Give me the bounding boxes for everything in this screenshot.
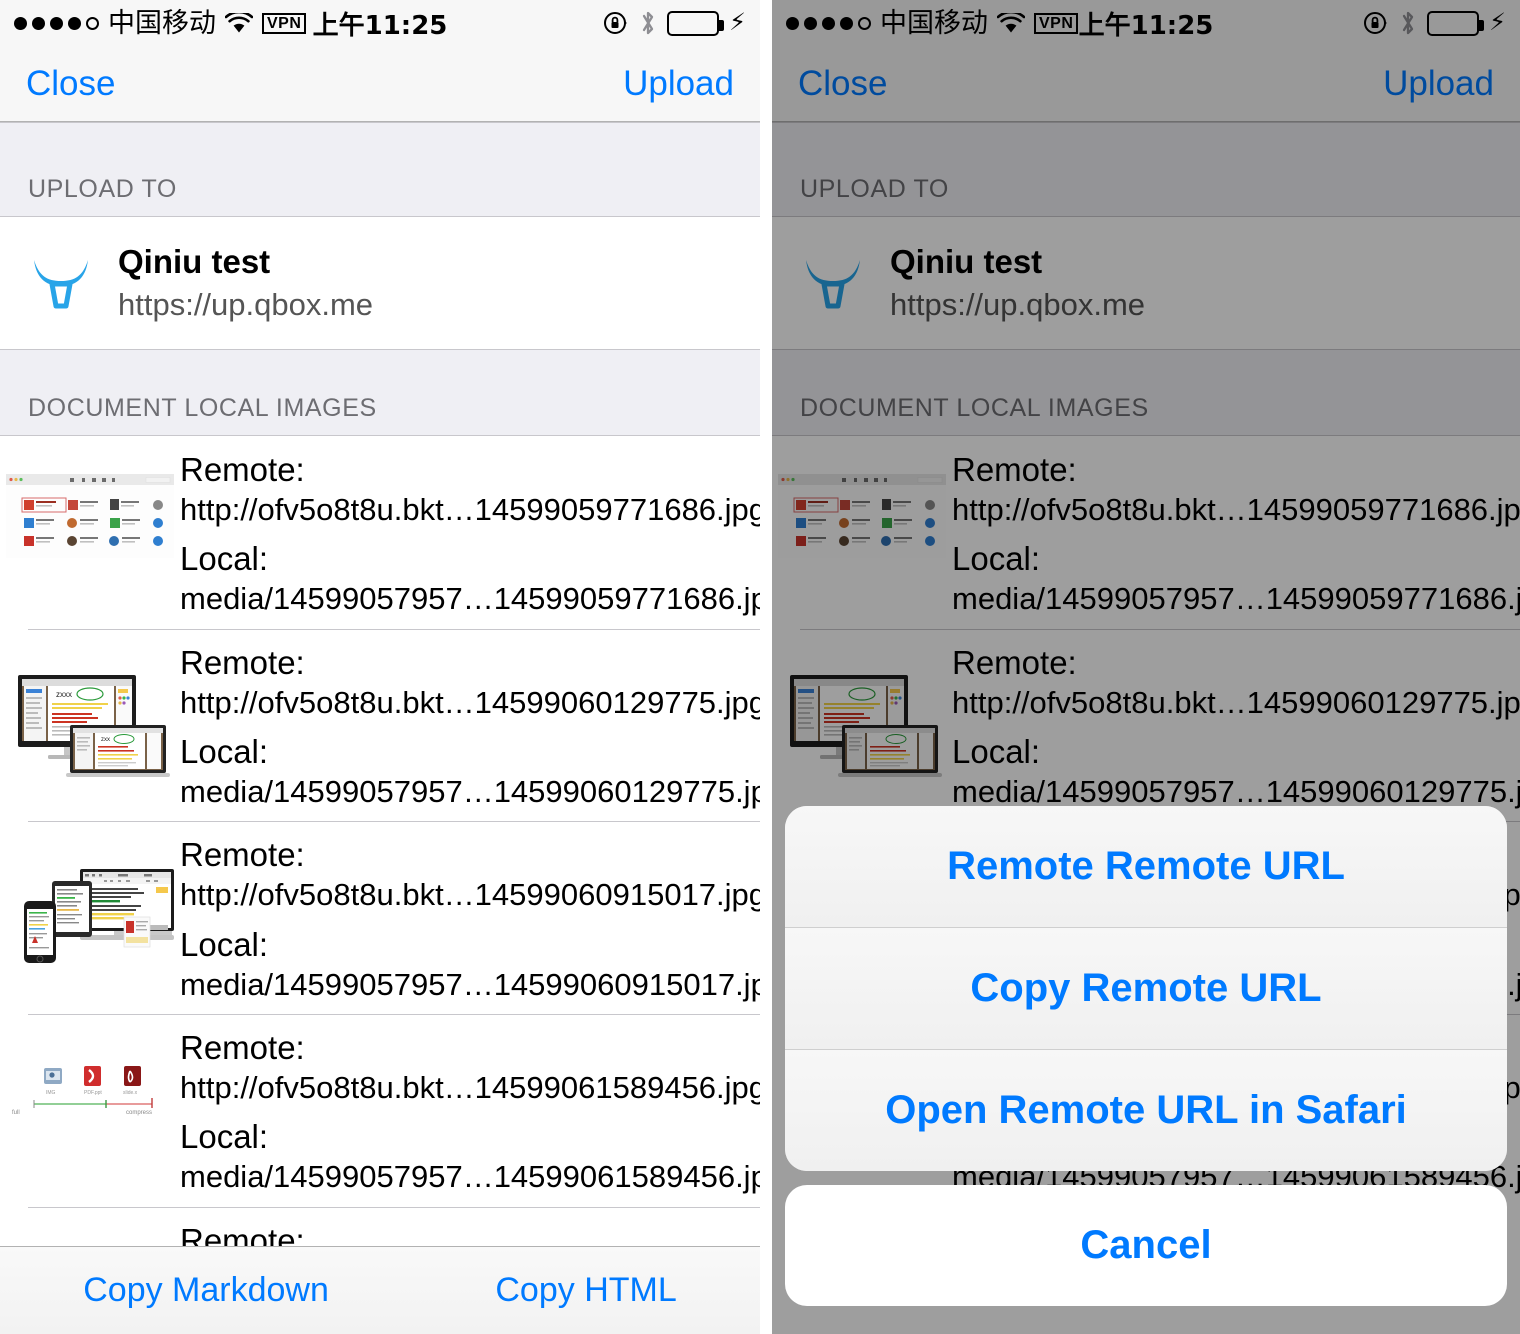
svg-text:zxx: zxx [101,737,110,743]
svg-text:zxxx: zxxx [56,690,72,699]
svg-text:PDF.ppt: PDF.ppt [84,1090,102,1096]
action-sheet-cancel-button[interactable]: Cancel [785,1185,1507,1306]
local-label: Local: [180,732,742,773]
local-path: media/14599057957…14599060129775.jpg [180,773,742,811]
right-phone-screen: 中国移动 VPN 上午11:25 ⚡ Close Upload [772,0,1520,1334]
image-list-item[interactable]: zxxx z [0,629,760,822]
action-sheet-options-group: Remote Remote URL Copy Remote URL Open R… [785,806,1507,1171]
remote-label: Remote: [180,450,742,491]
bottom-toolbar: Copy Markdown Copy HTML [0,1246,760,1334]
qiniu-bull-logo-icon [28,254,94,312]
local-path: media/14599057957…14599061589456.jpg [180,1158,742,1196]
destination-text: Qiniu test https://up.qbox.me [118,243,373,323]
lightning-bolt-icon: ⚡ [729,11,746,35]
battery-icon [667,11,719,36]
status-bar: 中国移动 VPN 上午11:25 ⚡ [0,0,760,46]
destination-row[interactable]: Qiniu test https://up.qbox.me [0,217,760,350]
left-phone-screen: 中国移动 VPN 上午11:25 ⚡ Close Upload [0,0,760,1334]
local-path: media/14599057957…14599060915017.jpg [180,966,742,1004]
image-list-item[interactable]: Remote: http://ofv5o8t8u.bkt…14599059771… [0,436,760,629]
signal-strength-dots-icon [14,17,99,30]
local-label: Local: [180,925,742,966]
rotation-lock-icon [603,10,629,36]
action-sheet: Remote Remote URL Copy Remote URL Open R… [772,806,1520,1334]
remote-url: http://ofv5o8t8u.bkt…14599059771686.jpg [180,491,742,529]
remote-url: http://ofv5o8t8u.bkt…14599061589456.jpg [180,1069,742,1107]
status-bar-right: ⚡ [603,9,746,37]
image-item-text: Remote: http://ofv5o8t8u.bkt…14599059771… [180,450,760,619]
nav-bar: Close Upload [0,46,760,122]
local-label: Local: [180,1117,742,1158]
copy-markdown-button[interactable]: Copy Markdown [83,1271,329,1310]
dual-screenshot-stage: 中国移动 VPN 上午11:25 ⚡ Close Upload [0,0,1520,1334]
action-remote-remote-url-button[interactable]: Remote Remote URL [785,806,1507,927]
action-open-remote-url-in-safari-button[interactable]: Open Remote URL in Safari [785,1049,1507,1171]
section-header-upload-to: UPLOAD TO [0,122,760,217]
wifi-icon [225,13,253,33]
image-list-item[interactable]: Remote: http://ofv5o8t8u.bkt…14599060915… [0,821,760,1014]
copy-html-button[interactable]: Copy HTML [495,1271,676,1310]
action-copy-remote-url-button[interactable]: Copy Remote URL [785,927,1507,1049]
destination-name: Qiniu test [118,243,373,281]
desktop-icons-screenshot-thumbnail [0,450,180,558]
status-bar-left: 中国移动 VPN [14,10,306,37]
imac-macbook-screenshot-thumbnail: zxxx z [0,643,180,779]
multi-device-screenshot-thumbnail [0,835,180,977]
carrier-label: 中国移动 [108,10,216,37]
destination-url: https://up.qbox.me [118,287,373,323]
settings-list[interactable]: UPLOAD TO Qiniu test https://up.qbox.me … [0,122,760,1333]
image-item-text: Remote: http://ofv5o8t8u.bkt…14599060129… [180,643,760,812]
svg-text:IMG: IMG [46,1090,56,1096]
remote-label: Remote: [180,1028,742,1069]
local-path: media/14599057957…14599059771686.jpg [180,580,742,618]
close-button[interactable]: Close [26,66,115,101]
local-label: Local: [180,539,742,580]
action-sheet-cancel-group: Cancel [785,1185,1507,1306]
file-icons-screenshot-thumbnail: IMG PDF.ppt slide.x [0,1028,180,1132]
svg-text:compress: compress [126,1110,152,1116]
remote-label: Remote: [180,835,742,876]
bluetooth-icon [639,9,657,37]
partial-row-thumbnail [0,1221,180,1245]
svg-text:full: full [12,1110,20,1116]
image-item-text: Remote: http://ofv5o8t8u.bkt…14599061589… [180,1028,760,1197]
vpn-badge-icon: VPN [262,13,306,34]
remote-url: http://ofv5o8t8u.bkt…14599060915017.jpg [180,876,742,914]
image-item-text: Remote: http://ofv5o8t8u.bkt…14599060915… [180,835,760,1004]
svg-text:slide.x: slide.x [123,1090,138,1096]
upload-button[interactable]: Upload [623,66,734,101]
remote-label: Remote: [180,643,742,684]
remote-url: http://ofv5o8t8u.bkt…14599060129775.jpg [180,684,742,722]
section-header-document-local-images: DOCUMENT LOCAL IMAGES [0,350,760,436]
image-list-item[interactable]: IMG PDF.ppt slide.x [0,1014,760,1207]
